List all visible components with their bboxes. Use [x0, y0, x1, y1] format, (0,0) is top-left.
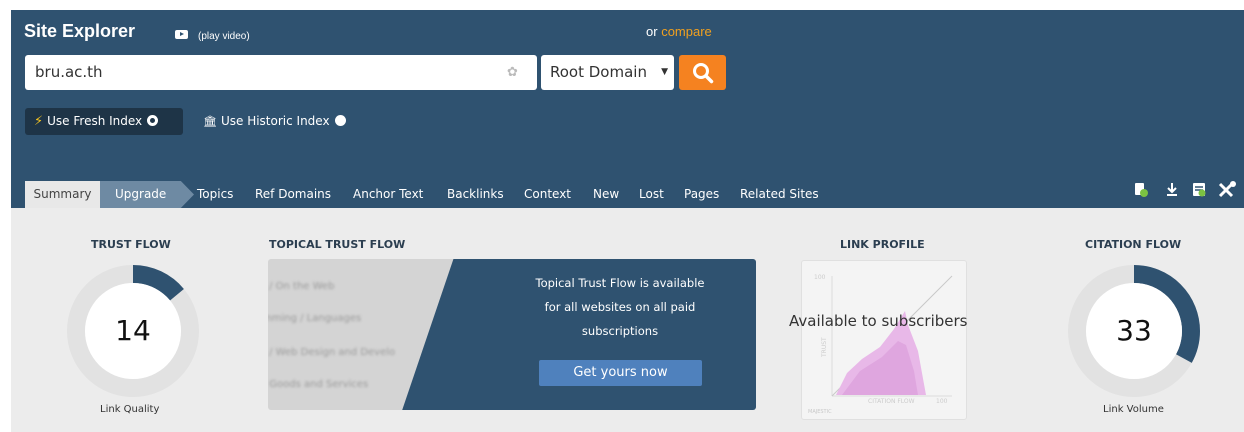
scope-select[interactable]: Root Domain ▼ [541, 55, 674, 90]
tab-backlinks[interactable]: Backlinks [447, 181, 504, 208]
search-icon [693, 63, 714, 84]
blurred-topic: t / On the Web [268, 281, 335, 292]
tools-icon[interactable] [1217, 180, 1237, 200]
lightning-icon: ⚡ [34, 114, 44, 129]
scope-select-value: Root Domain [550, 63, 647, 81]
x-axis-label: CITATION FLOW [868, 398, 915, 405]
tab-lost[interactable]: Lost [639, 181, 664, 208]
video-icon[interactable] [175, 30, 188, 39]
tab-anchor-text[interactable]: Anchor Text [353, 181, 423, 208]
compare-link[interactable]: compare [661, 24, 712, 39]
citation-flow-gauge: 33 [1067, 264, 1201, 398]
play-video-link[interactable]: (play video) [198, 31, 250, 42]
tab-new[interactable]: New [593, 181, 619, 208]
tab-context[interactable]: Context [524, 181, 571, 208]
citation-flow-value: 33 [1116, 314, 1152, 347]
search-input[interactable]: bru.ac.th [25, 55, 537, 90]
fresh-index-label: Use Fresh Index [47, 114, 143, 128]
compare-prefix: or [646, 24, 658, 39]
axis-tick-top: 100 [814, 274, 826, 281]
compare-text: or compare [646, 24, 712, 39]
page-title: Site Explorer [24, 21, 136, 41]
report-icon[interactable] [1133, 180, 1149, 200]
topical-trust-flow-panel: t / On the Web mming / Languages t / Web… [268, 259, 756, 410]
blurred-topic: mming / Languages [268, 313, 362, 324]
trust-flow-caption: Link Quality [100, 404, 160, 415]
site-explorer-header: Site Explorer (play video) or compare br… [11, 10, 1244, 208]
historic-index-radio[interactable] [334, 115, 346, 126]
topical-trust-flow-title: TOPICAL TRUST FLOW [269, 238, 406, 251]
historic-index-label: Use Historic Index [220, 114, 330, 128]
get-yours-now-button[interactable]: Get yours now [539, 360, 702, 386]
export-icon[interactable] [1191, 180, 1207, 200]
trust-flow-value: 14 [115, 314, 151, 347]
trust-flow-gauge: 14 [66, 264, 200, 398]
search-button[interactable] [679, 55, 726, 90]
link-profile-title: LINK PROFILE [840, 238, 925, 251]
fresh-index-option[interactable]: ⚡ Use Fresh Index [25, 108, 183, 135]
bank-icon: 🏛 [203, 115, 217, 128]
historic-index-option[interactable]: 🏛 Use Historic Index [203, 108, 346, 135]
tab-summary[interactable]: Summary [25, 181, 100, 208]
link-profile-preview: 100 100 CITATION FLOW TRUST MAJESTIC [801, 260, 967, 420]
ttf-message-line: Topical Trust Flow is available [535, 276, 705, 290]
trust-flow-title: TRUST FLOW [91, 238, 171, 251]
tab-topics[interactable]: Topics [197, 181, 233, 208]
tab-ref-domains[interactable]: Ref Domains [255, 181, 331, 208]
blurred-topic: t / Web Design and Develo [268, 347, 396, 358]
summary-panel: TRUST FLOW 14 Link Quality TOPICAL TRUST… [11, 208, 1244, 432]
tab-pages[interactable]: Pages [684, 181, 719, 208]
tab-related-sites[interactable]: Related Sites [740, 181, 819, 208]
axis-tick-right: 100 [936, 398, 948, 405]
citation-flow-title: CITATION FLOW [1085, 238, 1182, 251]
blurred-topic: r Goods and Services [268, 379, 369, 390]
ttf-message-line: for all websites on all paid [544, 300, 696, 314]
ttf-message-line: subscriptions [581, 324, 659, 338]
link-profile-chart: 100 100 CITATION FLOW TRUST MAJESTIC [808, 274, 953, 415]
subscribers-overlay: Available to subscribers [789, 312, 968, 330]
fresh-index-radio[interactable] [147, 115, 159, 126]
tab-upgrade[interactable]: Upgrade [100, 181, 194, 208]
majestic-logo: MAJESTIC [808, 409, 832, 415]
chevron-down-icon: ▼ [661, 67, 668, 77]
gear-icon[interactable]: ✿ [507, 66, 518, 79]
y-axis-label: TRUST [821, 337, 828, 358]
citation-flow-caption: Link Volume [1103, 404, 1164, 415]
download-icon[interactable] [1164, 180, 1180, 200]
